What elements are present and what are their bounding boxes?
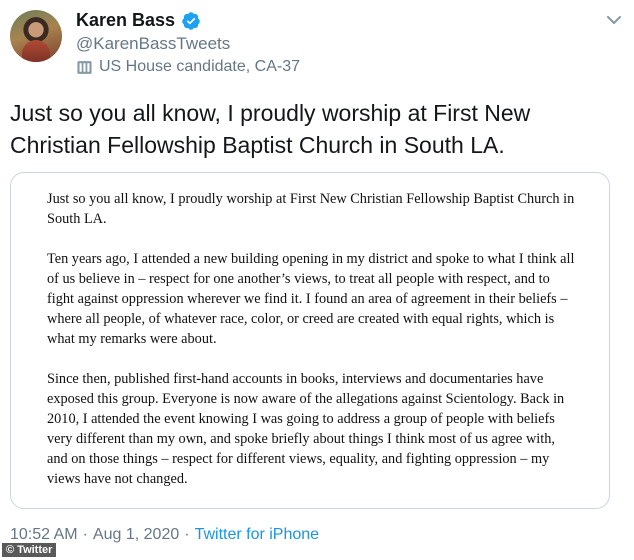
meta-separator: · bbox=[184, 526, 190, 543]
image-credit: © Twitter bbox=[2, 543, 57, 557]
tweet-source[interactable]: Twitter for iPhone bbox=[195, 526, 320, 544]
tweet-time[interactable]: 10:52 AM bbox=[10, 526, 78, 544]
account-label-text: US House candidate, CA-37 bbox=[99, 58, 300, 75]
tweet-page: Karen Bass @KarenBassTweets US House can… bbox=[0, 0, 634, 560]
user-handle[interactable]: @KarenBassTweets bbox=[76, 34, 230, 54]
tweet-text: Just so you all know, I proudly worship … bbox=[10, 100, 531, 158]
statement-paragraph: Just so you all know, I proudly worship … bbox=[47, 191, 575, 227]
display-name-row[interactable]: Karen Bass bbox=[76, 10, 201, 31]
statement-paragraph: Since then, published first-hand account… bbox=[47, 371, 565, 487]
tweet-meta: 10:52 AM · Aug 1, 2020 · Twitter for iPh… bbox=[10, 526, 319, 544]
government-building-icon bbox=[77, 60, 92, 74]
statement-text: Just so you all know, I proudly worship … bbox=[47, 189, 577, 508]
avatar-figure bbox=[22, 40, 50, 62]
tweet-date[interactable]: Aug 1, 2020 bbox=[93, 526, 179, 544]
display-name[interactable]: Karen Bass bbox=[76, 10, 175, 31]
statement-image[interactable]: Just so you all know, I proudly worship … bbox=[10, 172, 610, 509]
chevron-down-icon[interactable] bbox=[602, 8, 626, 32]
meta-separator: · bbox=[82, 526, 88, 543]
verified-badge-icon bbox=[182, 11, 200, 30]
avatar[interactable] bbox=[10, 10, 62, 62]
account-label: US House candidate, CA-37 bbox=[76, 58, 300, 76]
statement-paragraph: Ten years ago, I attended a new building… bbox=[47, 251, 575, 347]
